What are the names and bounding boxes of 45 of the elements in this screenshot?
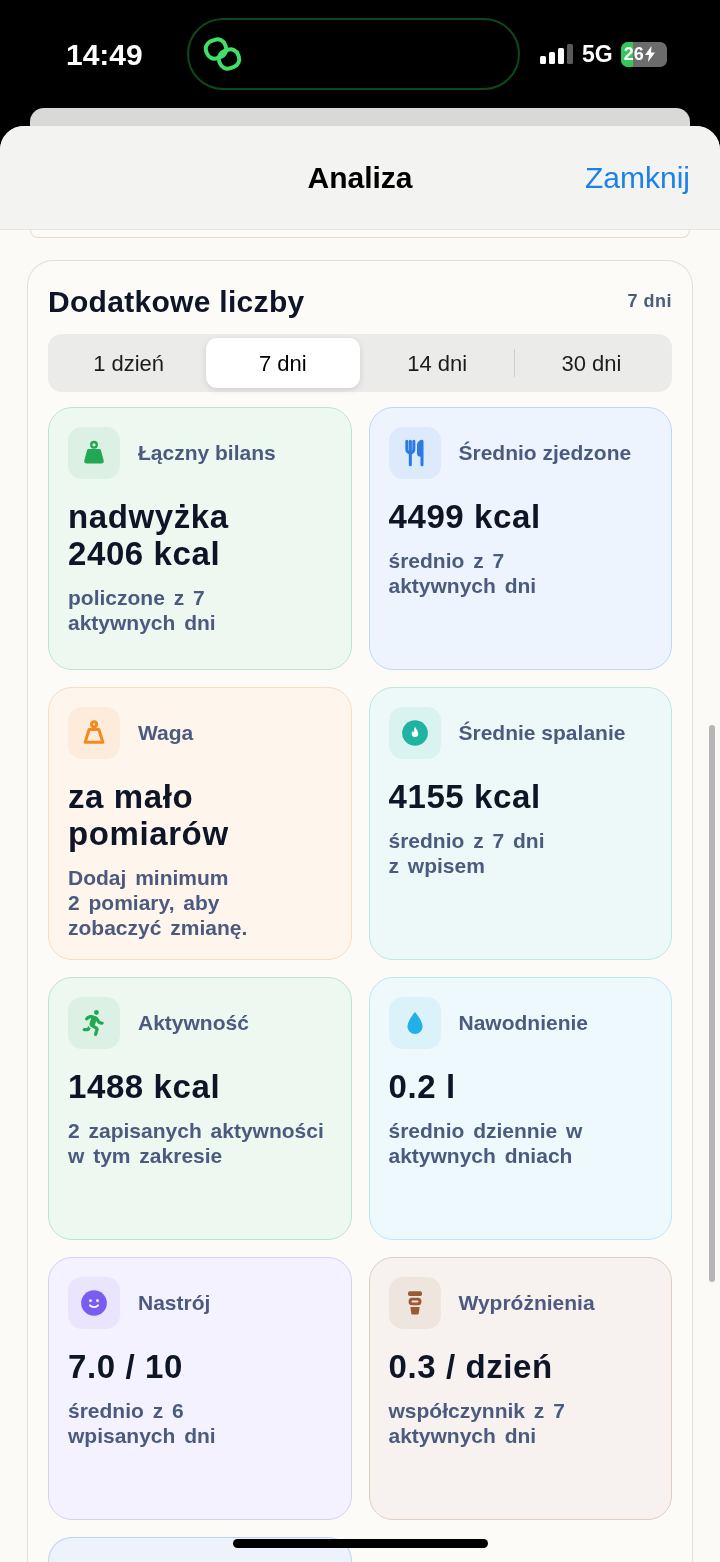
weight-icon [68,707,120,759]
range-label: 7 dni [627,289,672,313]
status-time: 14:49 [66,36,143,73]
segment-tab[interactable]: 1 dzień [52,338,206,388]
stat-note: 2 zapisanych aktywności w tym zakresie [68,1118,325,1168]
segment-tab[interactable]: 7 dni [206,338,360,388]
toilet-icon [388,1277,441,1329]
segment-tab[interactable]: 14 dni [360,338,514,388]
runner-icon [68,997,120,1049]
stat-value: 1488 kcal [68,1068,221,1105]
stat-label: Łączny bilans [138,439,276,466]
network-label: 5G [582,39,613,69]
stat-value: 4155 kcal [388,778,541,815]
stat-label: Nastrój [138,1289,211,1316]
stat-value: nadwyżka 2406 kcal [68,498,230,572]
smiley-icon [68,1277,120,1329]
stat-value: 7.0 / 10 [68,1348,183,1385]
stat-note: policzone z 7 aktywnych dni [68,585,217,635]
link-icon [203,36,243,72]
stat-value: 0.3 / dzień [388,1348,553,1385]
stat-note: współczynnik z 7 aktywnych dni [388,1398,566,1448]
section-title: Dodatkowe liczby [48,283,305,320]
stat-note: Dodaj minimum 2 pomiary, aby zobaczyć zmianę. [68,865,249,940]
stat-value: 0.2 l [388,1068,456,1105]
stat-label: Średnio zjedzone [458,439,632,466]
sheet-title: Analiza [307,160,413,196]
flame-icon [388,707,441,759]
stat-label: Wypróżnienia [458,1289,595,1316]
stat-note: średnio z 7 aktywnych dni [388,548,538,598]
stat-label: Waga [138,719,194,746]
stat-note: średnio dziennie w aktywnych dniach [388,1118,584,1168]
charging-bolt-icon [644,46,655,62]
water-drop-icon [388,997,441,1049]
segment-tab[interactable]: 30 dni [514,338,668,388]
stat-label: Aktywność [138,1009,249,1036]
stat-label: Nawodnienie [458,1009,589,1036]
stat-note: średnio z 6 wpisanych dni [68,1398,217,1448]
fork-and-knife-icon [388,427,441,479]
stat-value: za mało pomiarów [68,778,230,852]
stat-note: średnio z 7 dni z wpisem [388,828,546,878]
close-button[interactable]: Zamknij [585,155,690,200]
signal-icon [540,44,574,64]
kettlebell-icon [68,427,120,479]
stat-value: 4499 kcal [388,498,541,535]
stat-label: Średnie spalanie [458,719,626,746]
